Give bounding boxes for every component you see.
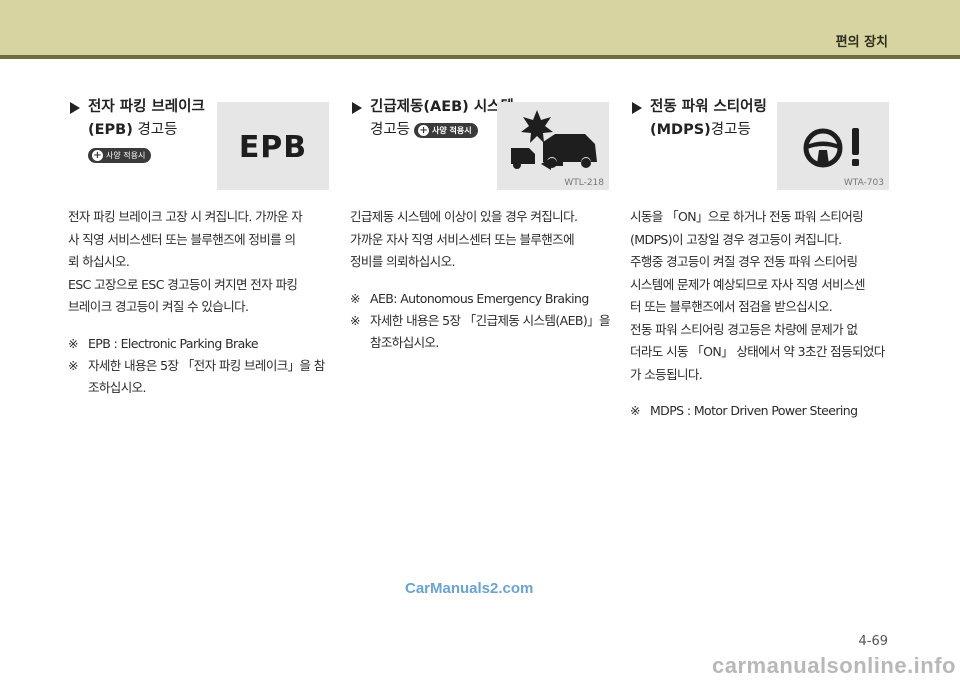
section-body: 시동을 「ON」으로 하거나 전동 파워 스티어링 (MDPS)이 고장일 경우…: [630, 209, 885, 382]
note-item: ※ AEB: Autonomous Emergency Braking: [350, 290, 589, 306]
note-item: ※ 자세한 내용은 5장 「전자 파킹 브레이크」을 참 조하십시오.: [68, 357, 325, 395]
triangle-bullet-icon: [70, 102, 80, 114]
note-item: ※ MDPS : Motor Driven Power Steering: [630, 403, 858, 418]
footer-watermark: carmanualsonline.info: [712, 653, 956, 678]
header-band: [0, 0, 960, 55]
mdps-warning-icon: WTA-703: [777, 102, 889, 190]
section-notes: ※ EPB : Electronic Parking Brake ※ 자세한 내…: [68, 333, 330, 399]
page-number: 4-69: [858, 634, 888, 649]
section-notes: ※ MDPS : Motor Driven Power Steering: [630, 400, 892, 422]
header-rule: [0, 55, 960, 59]
option-badge: + 사양 적용시: [414, 122, 478, 138]
plus-icon: +: [418, 124, 430, 136]
watermark-link[interactable]: CarManuals2.com: [405, 580, 533, 597]
section-body: 긴급제동 시스템에 이상이 있을 경우 켜집니다. 가까운 자사 직영 서비스센…: [350, 209, 578, 269]
section-epb: 전자 파킹 브레이크 (EPB) 경고등 + 사양 적용시 EPB 전자 파킹 브…: [68, 96, 330, 399]
steering-wheel-warning-icon: [803, 128, 859, 168]
chapter-title: 편의 장치: [835, 35, 888, 50]
triangle-bullet-icon: [352, 102, 362, 114]
note-item: ※ 자세한 내용은 5장 「긴급제동 시스템(AEB)」을 참조하십시오.: [350, 312, 611, 350]
section-aeb: 긴급제동(AEB) 시스템 경고등 + 사양 적용시 WTL-218 긴급제동 시스…: [350, 96, 612, 354]
option-badge: + 사양 적용시: [88, 148, 152, 163]
section-body: 전자 파킹 브레이크 고장 시 켜집니다. 가까운 자 사 직영 서비스센터 또…: [68, 209, 303, 314]
triangle-bullet-icon: [632, 102, 642, 114]
aeb-car-collision-icon: [511, 110, 597, 170]
note-item: ※ EPB : Electronic Parking Brake: [68, 335, 259, 351]
aeb-warning-icon: WTL-218: [497, 102, 609, 190]
plus-icon: +: [92, 150, 103, 161]
epb-warning-icon: EPB: [217, 102, 329, 190]
section-notes: ※ AEB: Autonomous Emergency Braking ※ 자세…: [350, 288, 612, 354]
section-mdps: 전동 파워 스티어링 (MDPS)경고등 WTA-703 시동을 「ON」으로 …: [630, 96, 892, 422]
